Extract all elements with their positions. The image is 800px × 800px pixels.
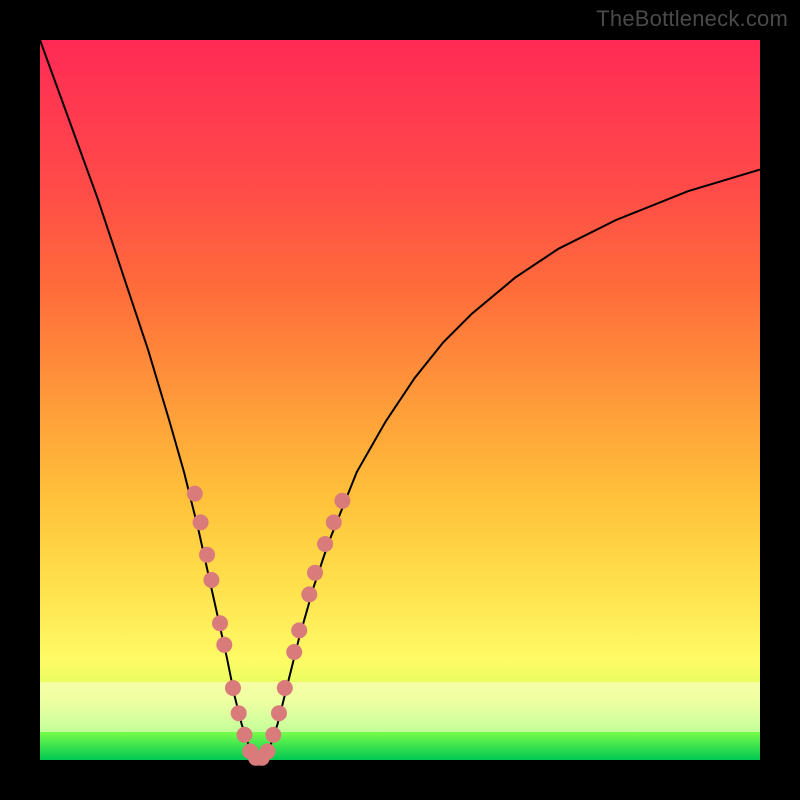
marker-dot bbox=[286, 644, 302, 660]
marker-dot bbox=[326, 514, 342, 530]
marker-dot bbox=[225, 680, 241, 696]
marker-dot bbox=[317, 536, 333, 552]
plot-area bbox=[40, 40, 760, 760]
marker-dot bbox=[291, 622, 307, 638]
chart-overlay bbox=[40, 40, 760, 760]
marker-dot bbox=[277, 680, 293, 696]
marker-dot bbox=[260, 743, 276, 759]
marker-dot bbox=[216, 637, 232, 653]
marker-dot bbox=[212, 615, 228, 631]
marker-group bbox=[187, 486, 351, 766]
watermark-text: TheBottleneck.com bbox=[596, 6, 788, 32]
marker-dot bbox=[307, 565, 323, 581]
marker-dot bbox=[193, 514, 209, 530]
marker-dot bbox=[187, 486, 203, 502]
marker-dot bbox=[231, 705, 247, 721]
marker-dot bbox=[203, 572, 219, 588]
marker-dot bbox=[237, 727, 253, 743]
bottleneck-curve bbox=[40, 40, 760, 760]
chart-frame: TheBottleneck.com bbox=[0, 0, 800, 800]
marker-dot bbox=[199, 547, 215, 563]
marker-dot bbox=[301, 586, 317, 602]
marker-dot bbox=[334, 493, 350, 509]
marker-dot bbox=[265, 727, 281, 743]
marker-dot bbox=[271, 705, 287, 721]
